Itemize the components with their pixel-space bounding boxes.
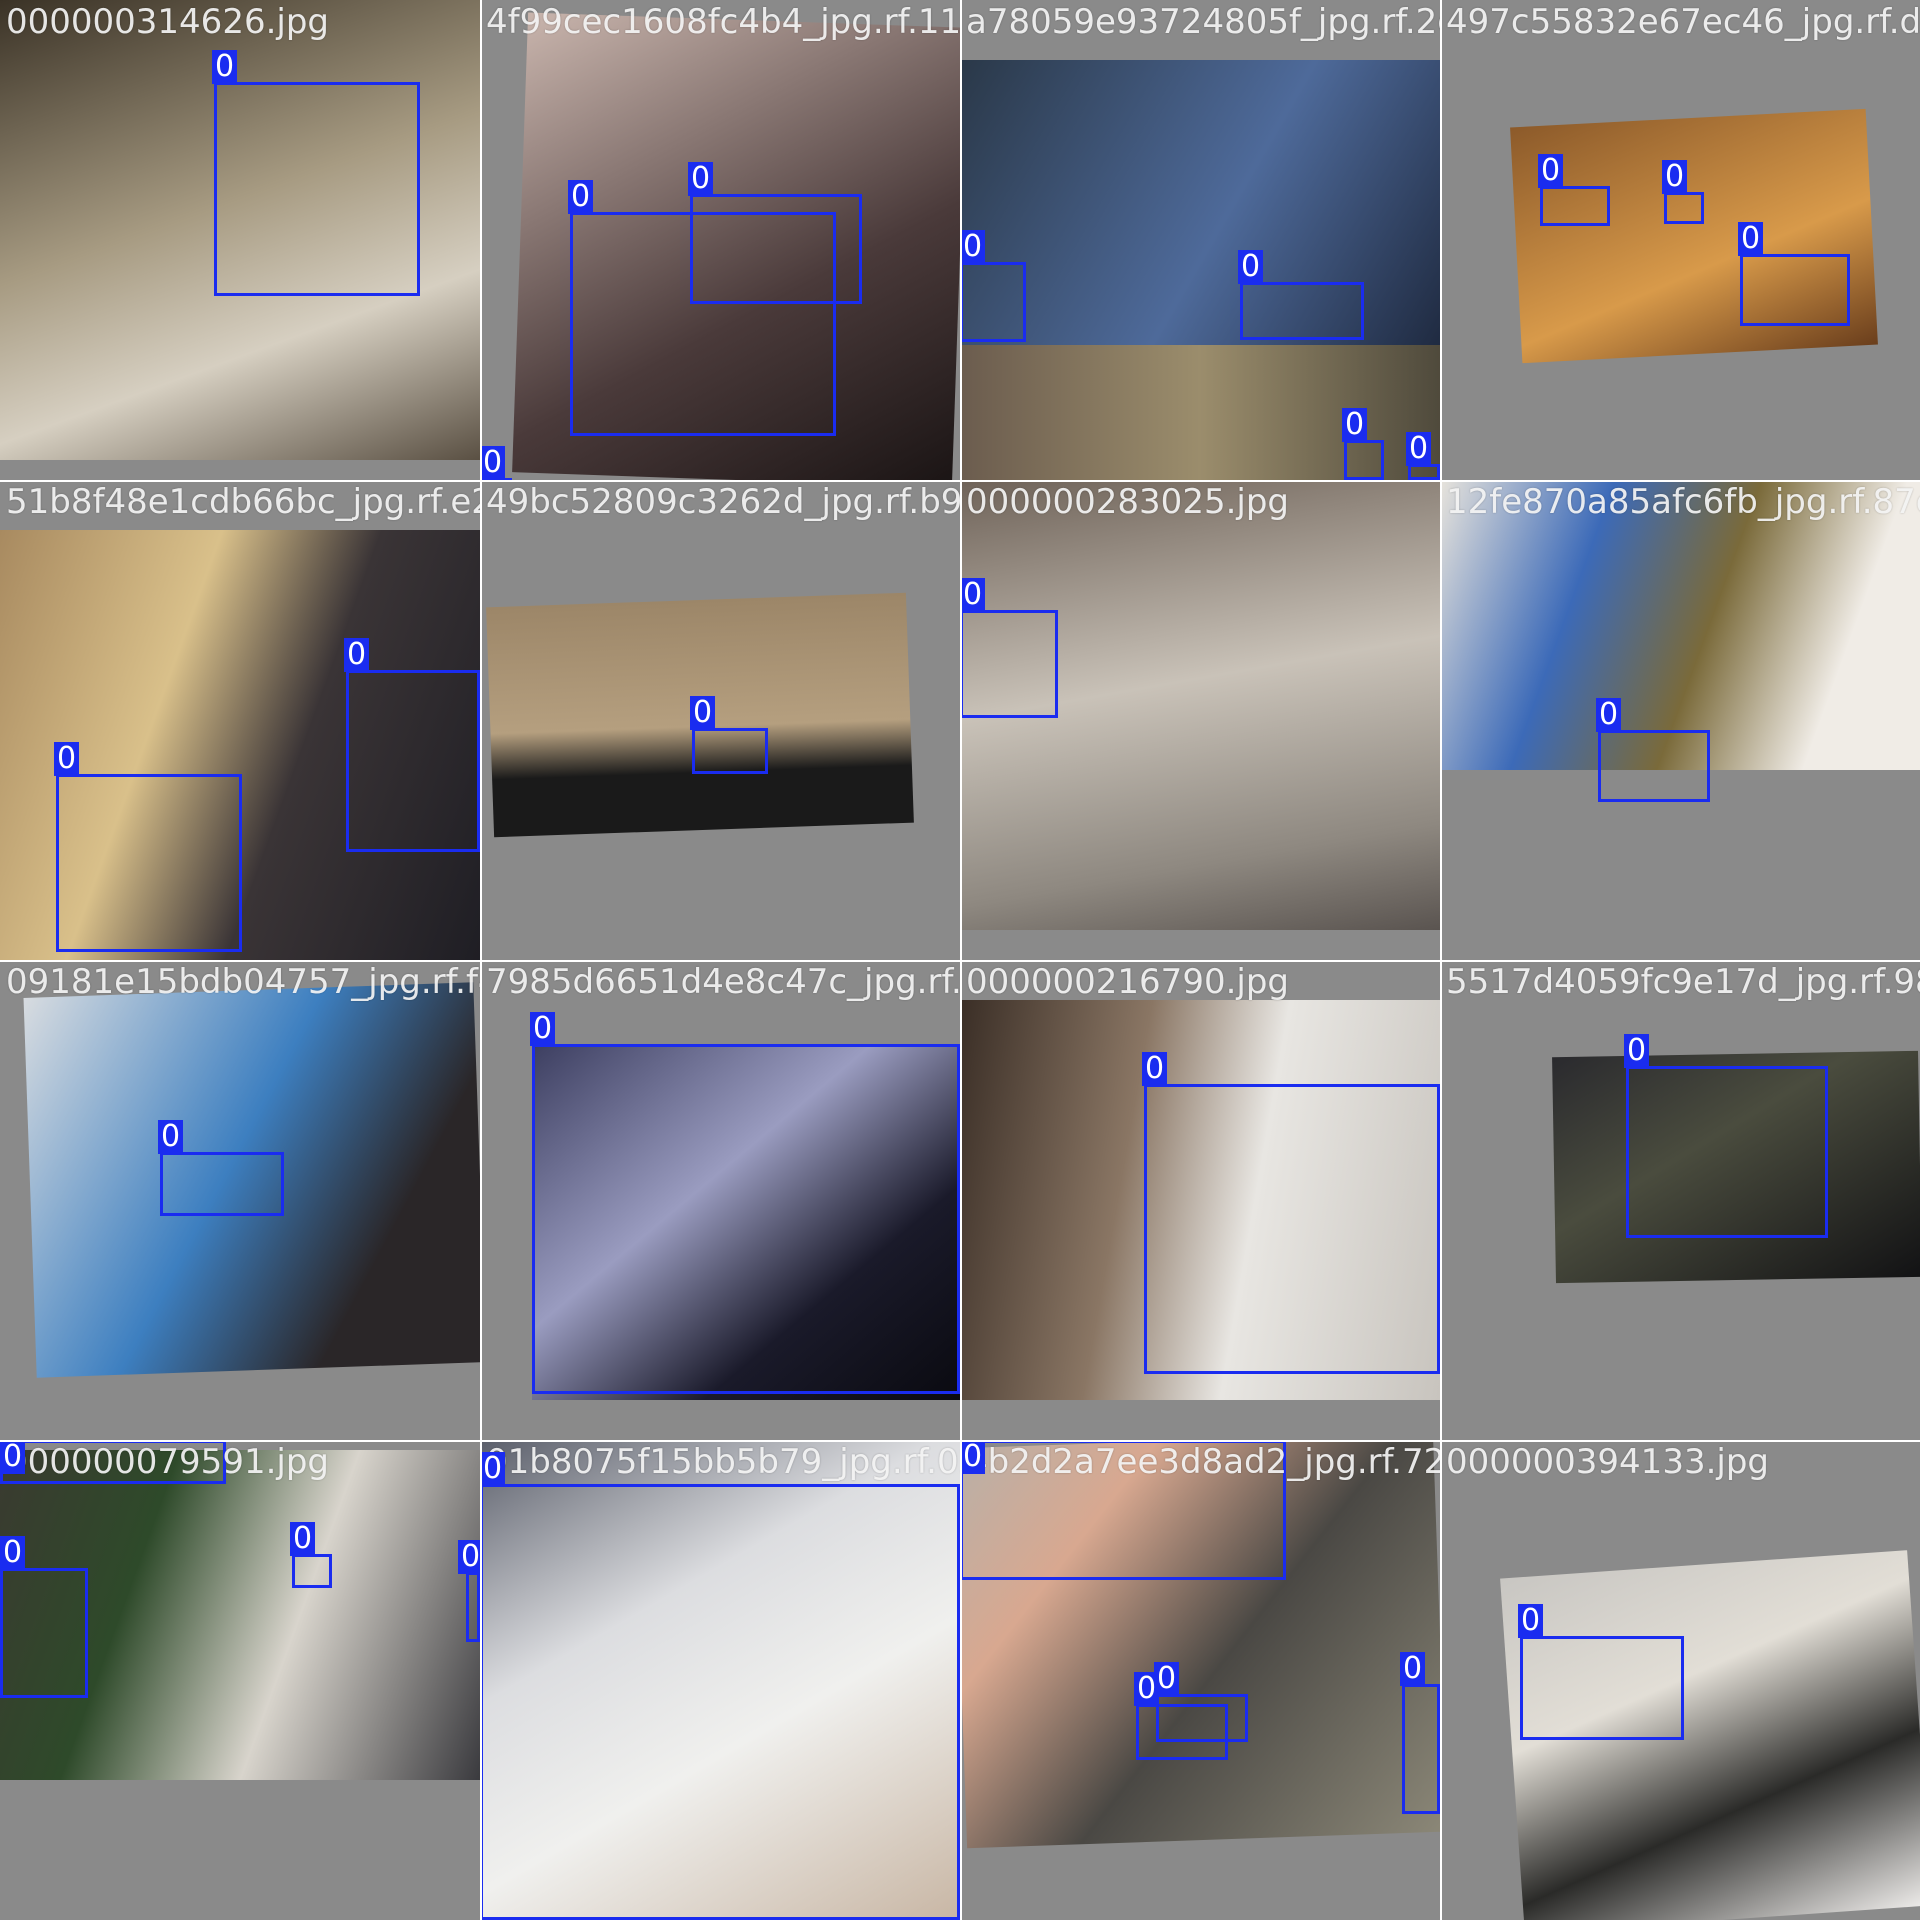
grid-divider <box>0 960 1920 962</box>
bbox <box>532 1044 960 1394</box>
bbox-label: 0 <box>158 1120 184 1154</box>
tile-filename: 12fe870a85afc6fb_jpg.rf.87e... <box>1446 482 1920 522</box>
bbox <box>160 1152 284 1216</box>
tile-filename: 7985d6651d4e8c47c_jpg.rf.47... <box>486 962 960 1002</box>
tile-filename: 497c55832e67ec46_jpg.rf.dc... <box>1446 2 1920 42</box>
bbox <box>692 728 768 774</box>
bbox-label: 0 <box>1538 154 1564 188</box>
tile: 09181e15bdb04757_jpg.rf.f4... 0 <box>0 960 480 1440</box>
tile: 49bc52809c3262d_jpg.rf.b9f... 0 <box>480 480 960 960</box>
tile: 12fe870a85afc6fb_jpg.rf.87e... 0 <box>1440 480 1920 960</box>
bbox-label: 0 <box>1238 250 1264 284</box>
bbox-label: 0 <box>1142 1052 1168 1086</box>
bbox-label: 0 <box>568 180 594 214</box>
tile-filename: 000000314626.jpg <box>6 2 329 42</box>
tile-filename: a78059e93724805f_jpg.rf.2d0... <box>966 2 1440 42</box>
bbox-label: 0 <box>1518 1604 1544 1638</box>
bbox-label: 0 <box>458 1540 480 1574</box>
tile: 51b8f48e1cdb66bc_jpg.rf.e2... 0 0 <box>0 480 480 960</box>
tile: 7985d6651d4e8c47c_jpg.rf.47... 0 <box>480 960 960 1440</box>
bbox <box>346 670 480 852</box>
bbox-label: 0 <box>1596 698 1622 732</box>
bbox <box>56 774 242 952</box>
tile-filename: 4f99cec1608fc4b4_jpg.rf.115f... <box>486 2 960 42</box>
bbox-label: 0 <box>1342 408 1368 442</box>
tile: 497c55832e67ec46_jpg.rf.dc... 0 0 0 <box>1440 0 1920 480</box>
tile-filename: 09181e15bdb04757_jpg.rf.f4... <box>6 962 480 1002</box>
tile-filename: 5517d4059fc9e17d_jpg.rf.98... <box>1446 962 1920 1002</box>
bbox-label: 0 <box>960 578 986 612</box>
bbox-label: 0 <box>1400 1652 1426 1686</box>
mosaic-grid: 000000314626.jpg 0 4f99cec1608fc4b4_jpg.… <box>0 0 1920 1920</box>
bbox <box>960 262 1026 342</box>
grid-divider <box>0 1440 1920 1442</box>
bbox-label: 0 <box>1134 1672 1160 1706</box>
tile-filename: 49bc52809c3262d_jpg.rf.b9f... <box>486 482 960 522</box>
tile: 000000079591.jpg 0 0 0 0 <box>0 1440 480 1920</box>
bbox <box>1664 192 1704 224</box>
bbox <box>960 610 1058 718</box>
bbox <box>1402 1684 1440 1814</box>
tile-filename: 000000079591.jpg <box>6 1442 329 1482</box>
tile: 000000314626.jpg 0 <box>0 0 480 480</box>
bbox-label: 0 <box>690 696 716 730</box>
bbox <box>466 1572 480 1642</box>
bbox-label: 0 <box>0 1440 26 1474</box>
photo <box>960 60 1440 350</box>
bbox <box>1626 1066 1828 1238</box>
bbox-label: 0 <box>212 50 238 84</box>
photo <box>1440 480 1920 770</box>
bbox-label: 0 <box>1406 432 1432 466</box>
tile: 4b2d2a7ee3d8ad2_jpg.rf.72... 0 0 0 0 <box>960 1440 1440 1920</box>
bbox <box>1240 282 1364 340</box>
bbox-label: 0 <box>54 742 80 776</box>
bbox <box>1598 730 1710 802</box>
bbox-label: 0 <box>688 162 714 196</box>
bbox <box>1344 440 1384 480</box>
bbox <box>214 82 420 296</box>
bbox <box>1408 464 1440 480</box>
tile-filename: 000000216790.jpg <box>966 962 1289 1002</box>
bbox <box>480 1484 960 1920</box>
bbox-label: 0 <box>290 1522 316 1556</box>
tile: 01b8075f15bb5b79_jpg.rf.02... 0 <box>480 1440 960 1920</box>
bbox-label: 0 <box>960 230 986 264</box>
bbox-label: 0 <box>1624 1034 1650 1068</box>
bbox-label: 0 <box>0 1536 26 1570</box>
bbox <box>292 1554 332 1588</box>
bbox-label: 0 <box>480 446 506 480</box>
bbox <box>1136 1704 1228 1760</box>
bbox <box>1520 1636 1684 1740</box>
bbox-label: 0 <box>1662 160 1688 194</box>
bbox <box>690 194 862 304</box>
bbox <box>0 1568 88 1698</box>
tile: 000000216790.jpg 0 <box>960 960 1440 1440</box>
bbox <box>1540 186 1610 226</box>
tile-filename: 4b2d2a7ee3d8ad2_jpg.rf.72... <box>966 1442 1440 1482</box>
tile: 000000283025.jpg 0 <box>960 480 1440 960</box>
tile-filename: 51b8f48e1cdb66bc_jpg.rf.e2... <box>6 482 480 522</box>
bbox <box>1144 1084 1440 1374</box>
bbox-label: 0 <box>530 1012 556 1046</box>
tile: 000000394133.jpg 0 <box>1440 1440 1920 1920</box>
tile: 5517d4059fc9e17d_jpg.rf.98... 0 <box>1440 960 1920 1440</box>
bbox-label: 0 <box>960 1440 986 1474</box>
bbox <box>1740 254 1850 326</box>
tile-filename: 000000394133.jpg <box>1446 1442 1769 1482</box>
bbox-label: 0 <box>344 638 370 672</box>
tile: 4f99cec1608fc4b4_jpg.rf.115f... 0 0 0 <box>480 0 960 480</box>
tile-filename: 01b8075f15bb5b79_jpg.rf.02... <box>486 1442 960 1482</box>
bbox-label: 0 <box>1738 222 1764 256</box>
tile-filename: 000000283025.jpg <box>966 482 1289 522</box>
grid-divider <box>0 480 1920 482</box>
bbox-label: 0 <box>480 1452 506 1486</box>
tile: a78059e93724805f_jpg.rf.2d0... 0 0 0 0 <box>960 0 1440 480</box>
